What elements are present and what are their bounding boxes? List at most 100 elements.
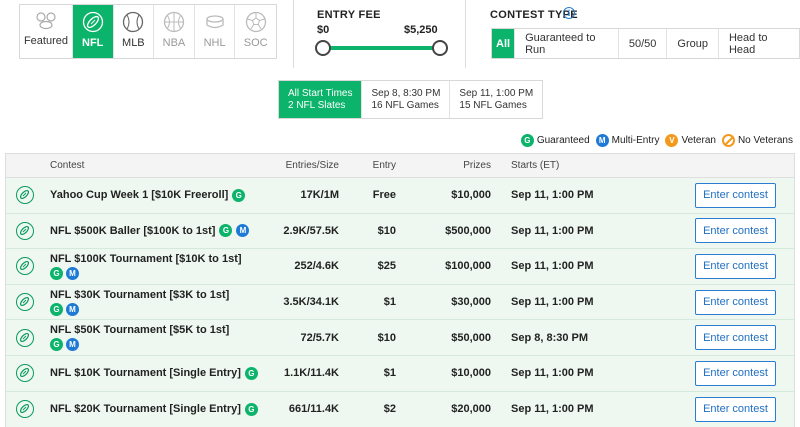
enter-contest-button[interactable]: Enter contest	[695, 218, 776, 244]
contest-type-guaranteed[interactable]: Guaranteed to Run	[515, 29, 619, 58]
sport-tab-label: Featured	[23, 35, 68, 47]
sport-cell	[16, 285, 34, 320]
start-time-all[interactable]: All Start Times 2 NFL Slates	[279, 81, 363, 118]
multi-entry-badge-icon: M	[66, 266, 79, 280]
enter-contest-button[interactable]: Enter contest	[695, 289, 776, 315]
table-row[interactable]: NFL $10K Tournament [Single Entry] G 1.1K…	[6, 355, 794, 392]
enter-contest-button[interactable]: Enter contest	[695, 360, 776, 386]
sport-tab-soc[interactable]: SOC	[235, 5, 276, 58]
entries-size: 1.1K/11.4K	[283, 367, 339, 380]
header-prizes[interactable]: Prizes	[463, 154, 491, 177]
enter-contest-cell: Enter contest	[695, 392, 776, 427]
info-icon[interactable]: i	[563, 7, 575, 19]
guaranteed-badge-icon: G	[50, 302, 63, 316]
contest-name-cell: Yahoo Cup Week 1 [$10K Freeroll] G	[50, 178, 246, 213]
football-icon	[16, 221, 34, 240]
multi-entry-badge-icon: M	[595, 134, 609, 147]
entry-fee-title: ENTRY FEE	[317, 9, 381, 21]
table-row[interactable]: Yahoo Cup Week 1 [$10K Freeroll] G 17K/1M…	[6, 178, 794, 214]
prize-pool: $10,000	[451, 367, 491, 380]
contest-type-50-50[interactable]: 50/50	[619, 29, 668, 58]
header-entries[interactable]: Entries/Size	[286, 154, 339, 177]
sport-tab-label: NFL	[82, 37, 104, 49]
contest-type-group[interactable]: Group	[667, 29, 719, 58]
football-icon	[16, 400, 34, 419]
guaranteed-badge-icon: G	[520, 134, 534, 147]
sport-tab-label: NHL	[203, 37, 226, 49]
start-time-sep8[interactable]: Sep 8, 8:30 PM 16 NFL Games	[362, 81, 451, 118]
sport-tab-featured[interactable]: Featured	[20, 5, 73, 58]
sport-tab-nfl[interactable]: NFL	[72, 5, 114, 58]
contest-name[interactable]: Yahoo Cup Week 1 [$10K Freeroll]	[50, 189, 228, 201]
contest-name[interactable]: NFL $500K Baller [$100K to 1st]	[50, 225, 215, 237]
entries-size: 252/4.6K	[294, 260, 339, 273]
table-row[interactable]: NFL $50K Tournament [$5K to 1st] G M 72/5.…	[6, 320, 794, 356]
contest-type-head-to-head[interactable]: Head to Head	[719, 29, 799, 58]
soccer-ball-icon	[245, 11, 266, 33]
contest-name-cell: NFL $10K Tournament [Single Entry] G	[50, 356, 258, 391]
entry-fee: $1	[383, 296, 396, 309]
enter-contest-button[interactable]: Enter contest	[695, 325, 776, 351]
entries-size: 72/5.7K	[300, 331, 339, 344]
sport-cell	[16, 392, 34, 427]
header-contest[interactable]: Contest	[50, 154, 84, 177]
legend-guaranteed: G Guaranteed	[520, 134, 590, 147]
header-entry[interactable]: Entry	[373, 154, 396, 177]
start-time: Sep 11, 1:00 PM	[511, 403, 594, 416]
contest-name-cell: NFL $20K Tournament [Single Entry] G	[50, 392, 258, 427]
guaranteed-badge-icon: G	[244, 366, 258, 380]
contest-name[interactable]: NFL $20K Tournament [Single Entry]	[50, 403, 241, 415]
legend-label: No Veterans	[737, 135, 793, 146]
table-row[interactable]: NFL $20K Tournament [Single Entry] G 661/…	[6, 391, 794, 427]
sport-cell	[16, 320, 34, 355]
contest-name[interactable]: NFL $50K Tournament [$5K to 1st]	[50, 324, 229, 336]
table-row[interactable]: NFL $30K Tournament [$3K to 1st] G M 3.5K/…	[6, 284, 794, 321]
contest-name[interactable]: NFL $30K Tournament [$3K to 1st]	[50, 289, 229, 301]
enter-contest-button[interactable]: Enter contest	[695, 396, 776, 422]
prize-pool: $500,000	[445, 224, 491, 237]
basketball-icon	[163, 11, 185, 33]
sport-tab-mlb[interactable]: MLB	[114, 5, 155, 58]
sport-tab-nba[interactable]: NBA	[154, 5, 195, 58]
contest-name[interactable]: NFL $100K Tournament [$10K to 1st]	[50, 253, 242, 265]
prize-pool: $50,000	[451, 331, 491, 344]
sport-cell	[16, 249, 34, 284]
header-starts[interactable]: Starts (ET)	[511, 154, 559, 177]
sport-cell	[16, 178, 34, 213]
start-time-sublabel: 16 NFL Games	[371, 99, 439, 111]
sport-tab-nhl[interactable]: NHL	[195, 5, 236, 58]
legend-label: Guaranteed	[536, 135, 590, 146]
entry-fee-max-handle[interactable]	[432, 40, 448, 56]
legend-label: Multi-Entry	[611, 135, 660, 146]
start-time: Sep 11, 1:00 PM	[511, 224, 594, 237]
start-time-label: Sep 8, 8:30 PM	[371, 87, 441, 99]
start-time: Sep 11, 1:00 PM	[511, 260, 594, 273]
table-row[interactable]: NFL $500K Baller [$100K to 1st] G M 2.9K/5…	[6, 213, 794, 250]
entries-size: 661/11.4K	[288, 403, 339, 416]
table-row[interactable]: NFL $100K Tournament [$10K to 1st] G M 252…	[6, 249, 794, 285]
football-icon	[16, 293, 34, 312]
start-time-sep11[interactable]: Sep 11, 1:00 PM 15 NFL Games	[450, 81, 542, 118]
entry-fee-min-handle[interactable]	[315, 40, 331, 56]
contest-name-cell: NFL $100K Tournament [$10K to 1st] G M	[50, 249, 242, 284]
entry-fee: $10	[377, 224, 396, 237]
veteran-badge-icon: V	[665, 134, 679, 147]
entries-size: 3.5K/34.1K	[283, 296, 339, 309]
prize-pool: $30,000	[451, 296, 491, 309]
contest-name-cell: NFL $500K Baller [$100K to 1st] G M	[50, 214, 250, 249]
filter-divider	[293, 0, 294, 68]
table-header: Contest Entries/Size Entry Prizes Starts…	[6, 154, 794, 178]
enter-contest-button[interactable]: Enter contest	[695, 253, 776, 279]
contest-name[interactable]: NFL $10K Tournament [Single Entry]	[50, 367, 241, 379]
prize-pool: $100,000	[445, 260, 491, 273]
enter-contest-cell: Enter contest	[695, 249, 776, 284]
sport-tab-label: NBA	[162, 37, 186, 49]
entry-fee-slider-track	[322, 46, 440, 50]
prize-pool: $10,000	[451, 189, 491, 202]
contest-type-all[interactable]: All	[492, 29, 516, 58]
football-icon	[16, 186, 34, 205]
start-time: Sep 11, 1:00 PM	[511, 367, 594, 380]
enter-contest-button[interactable]: Enter contest	[695, 182, 776, 208]
multi-entry-badge-icon: M	[66, 302, 79, 316]
contest-name-cell: NFL $30K Tournament [$3K to 1st] G M	[50, 285, 229, 320]
